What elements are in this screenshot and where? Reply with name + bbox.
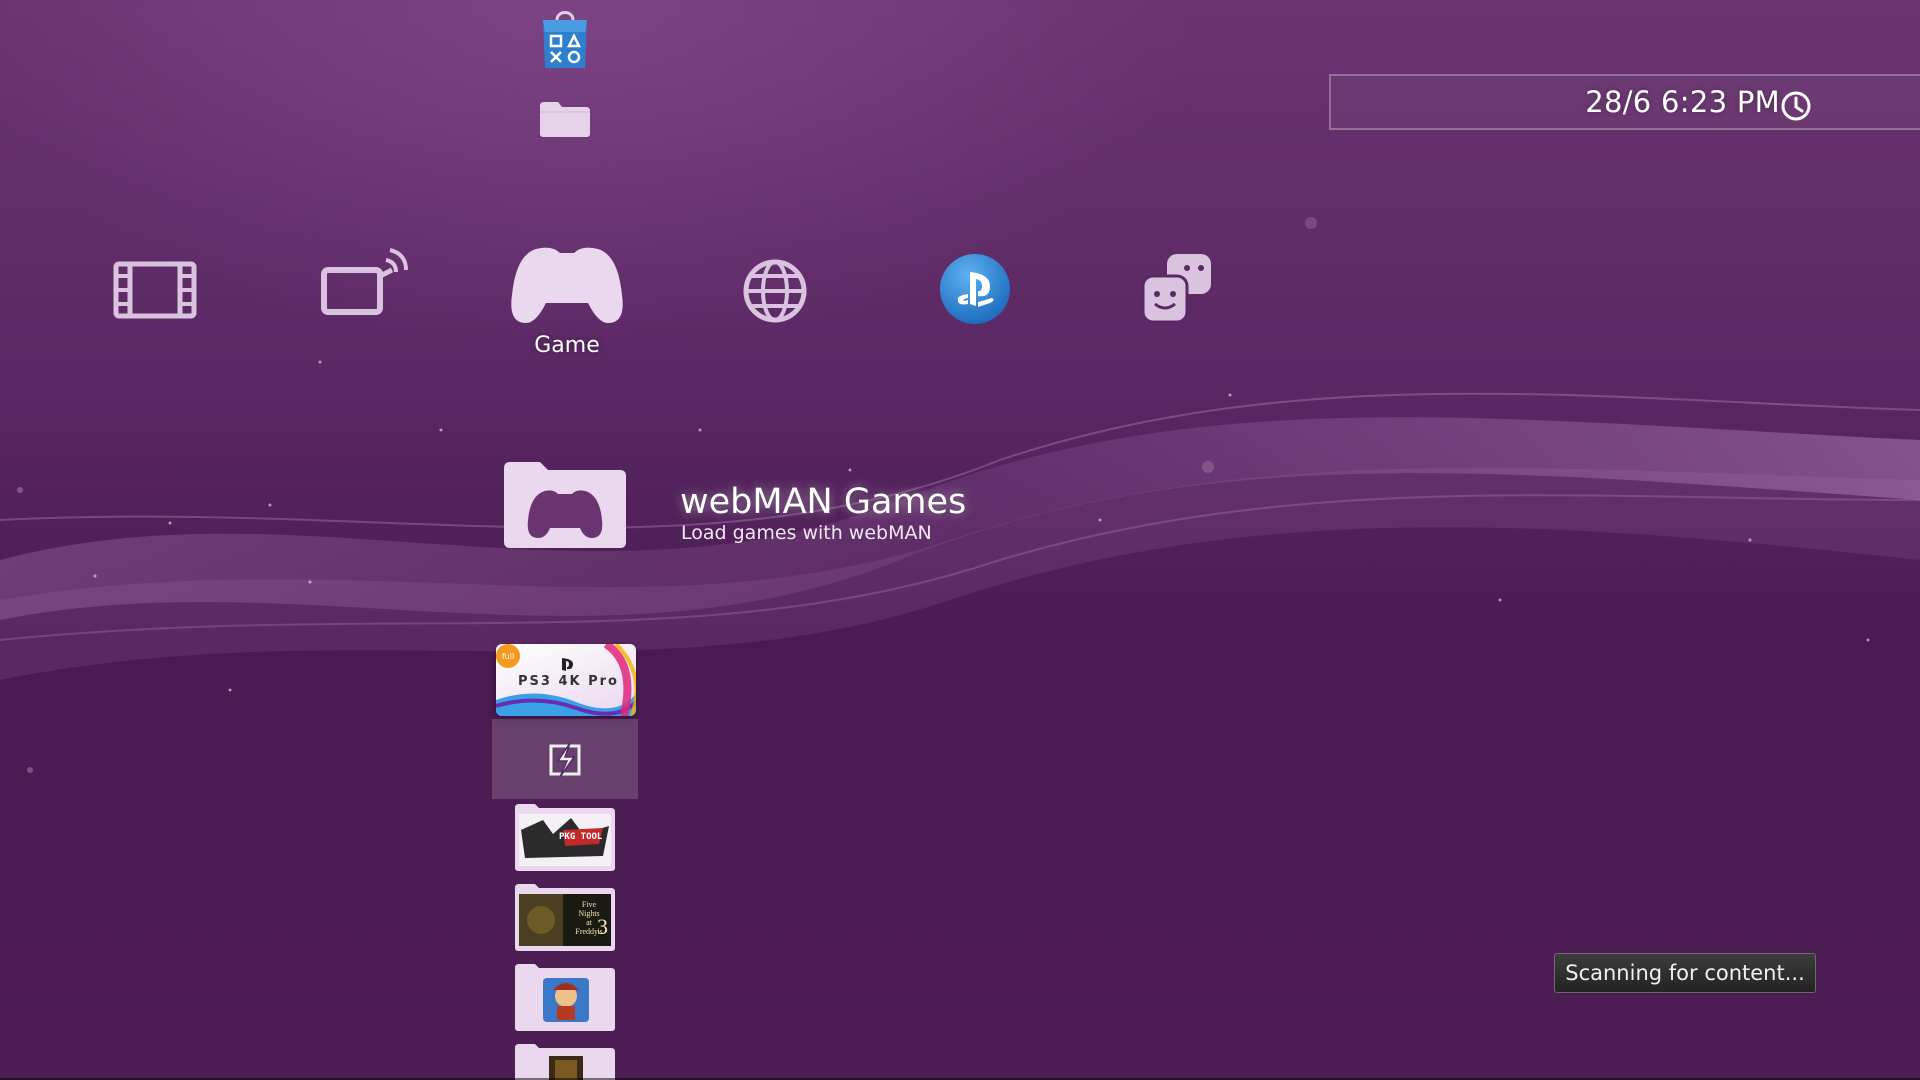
list-item-webman[interactable] xyxy=(492,719,638,799)
toast-text: Scanning for content... xyxy=(1565,961,1805,985)
category-network[interactable] xyxy=(742,258,808,324)
tile-number: 3 xyxy=(597,914,608,939)
list-item-ps3-4k-pro[interactable]: PS3 4K Pro full xyxy=(496,644,636,716)
category-label: Game xyxy=(534,333,600,358)
webman-games-item[interactable] xyxy=(500,458,630,554)
category-video[interactable] xyxy=(112,260,198,320)
category-friends[interactable] xyxy=(1139,252,1215,326)
playstation-store-item[interactable] xyxy=(539,6,591,76)
tile-label: PKG TOOL xyxy=(559,832,603,842)
globe-icon xyxy=(743,259,807,323)
selected-title: webMAN Games xyxy=(680,482,967,522)
webman-lightning-icon xyxy=(549,742,581,778)
clock-icon xyxy=(1780,90,1812,126)
scanning-toast: Scanning for content... xyxy=(1554,953,1816,993)
list-item-pkg-tool[interactable]: PKG TOOL xyxy=(513,800,617,876)
selected-subtitle: Load games with webMAN xyxy=(681,522,932,544)
tile-label: PS3 4K Pro xyxy=(518,674,619,689)
playstation-store-icon xyxy=(543,11,587,68)
playstation-network-icon xyxy=(940,254,1010,324)
category-game[interactable]: Game xyxy=(508,245,626,358)
category-tv[interactable] xyxy=(320,246,410,318)
list-item-five-nights-at-freddys-3[interactable]: Five Nights at Freddy's 3 xyxy=(513,880,617,956)
list-item-game-partial[interactable] xyxy=(513,1040,617,1080)
game-folder-icon xyxy=(504,462,626,548)
gamepad-icon xyxy=(511,247,623,323)
tile-text-line: Five xyxy=(581,900,597,909)
game-thumbnail-partial xyxy=(515,1044,615,1080)
tv-broadcast-icon xyxy=(321,248,408,315)
clock-datetime: 28/6 6:23 PM xyxy=(1585,85,1780,119)
list-item-game-character[interactable] xyxy=(513,960,617,1036)
film-icon xyxy=(113,261,197,319)
category-psn[interactable] xyxy=(938,252,1012,326)
folder-icon xyxy=(540,102,590,137)
item-badge: full xyxy=(496,644,520,668)
folder-item[interactable] xyxy=(538,100,592,142)
clock-bar: 28/6 6:23 PM xyxy=(1329,74,1920,130)
game-character-thumbnail xyxy=(515,964,615,1031)
friends-icon xyxy=(1141,254,1211,324)
background-wave xyxy=(0,217,1920,773)
